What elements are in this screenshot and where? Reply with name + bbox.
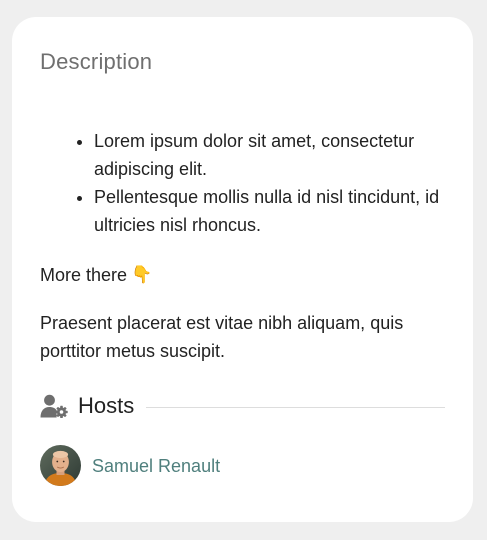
list-item: Pellentesque mollis nulla id nisl tincid… xyxy=(94,183,445,239)
description-paragraph: Praesent placerat est vitae nibh aliquam… xyxy=(40,313,404,361)
list-item: Lorem ipsum dolor sit amet, consectetur … xyxy=(94,127,445,183)
host-name-link[interactable]: Samuel Renault xyxy=(92,454,220,478)
more-there-text: More there 👇 xyxy=(40,261,445,289)
hosts-divider xyxy=(146,406,445,408)
hosts-header: Hosts xyxy=(40,389,445,423)
user-gear-icon xyxy=(40,394,68,418)
more-there-label: More there xyxy=(40,265,128,285)
pointing-down-emoji-icon: 👇 xyxy=(131,265,153,284)
card-title: Description xyxy=(40,49,153,74)
hosts-title: Hosts xyxy=(78,393,135,418)
avatar[interactable] xyxy=(40,445,81,486)
description-list: Lorem ipsum dolor sit amet, consectetur … xyxy=(40,127,445,239)
description-card: Description Lorem ipsum dolor sit amet, … xyxy=(12,17,473,522)
host-item[interactable]: Samuel Renault xyxy=(40,445,445,486)
